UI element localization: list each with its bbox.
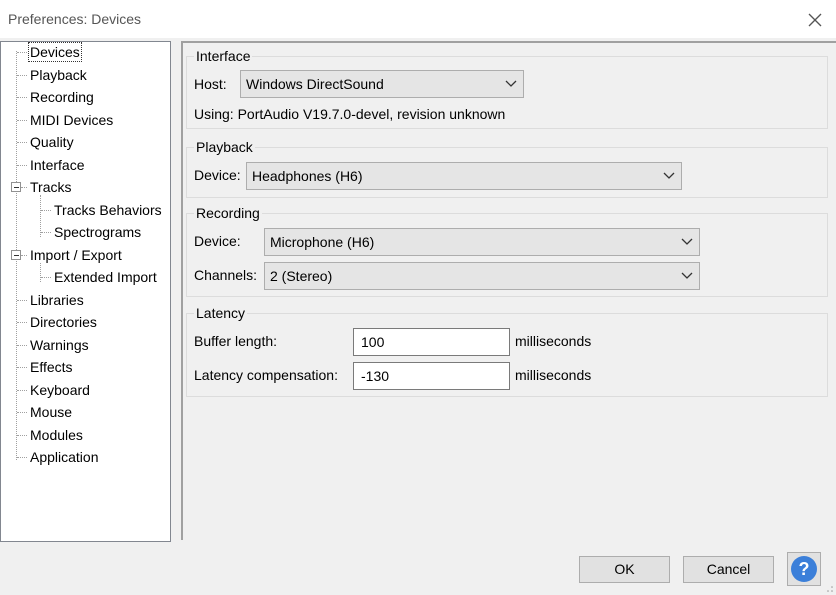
import-export-collapse-icon[interactable] <box>11 250 21 260</box>
host-label: Host: <box>194 76 227 92</box>
tree-item-interface[interactable]: Interface <box>30 155 84 175</box>
tree-item-warnings[interactable]: Warnings <box>30 335 89 355</box>
playback-group-title: Playback <box>194 139 255 155</box>
tree-line <box>40 263 41 282</box>
host-select-value: Windows DirectSound <box>246 76 384 92</box>
playback-device-label: Device: <box>194 167 241 183</box>
window-title: Preferences: Devices <box>8 11 142 27</box>
latency-compensation-unit: milliseconds <box>515 367 592 383</box>
tree-item-playback[interactable]: Playback <box>30 65 87 85</box>
interface-group-title: Interface <box>194 48 253 64</box>
buffer-length-label: Buffer length: <box>194 333 278 349</box>
tree-item-tracks-behaviors[interactable]: Tracks Behaviors <box>54 200 162 220</box>
latency-compensation-input[interactable] <box>354 363 509 389</box>
tracks-collapse-icon[interactable] <box>11 182 21 192</box>
buffer-length-input[interactable] <box>354 329 509 355</box>
resize-grip-icon[interactable] <box>826 585 834 593</box>
buffer-length-unit: milliseconds <box>515 333 592 349</box>
tree-item-application[interactable]: Application <box>30 447 99 467</box>
tree-item-recording[interactable]: Recording <box>30 87 94 107</box>
close-icon <box>808 13 822 27</box>
chevron-down-icon <box>663 172 675 179</box>
category-tree[interactable]: Devices Playback Recording MIDI Devices … <box>0 41 171 542</box>
recording-device-value: Microphone (H6) <box>270 234 375 250</box>
tree-item-libraries[interactable]: Libraries <box>30 290 84 310</box>
help-icon: ? <box>791 556 817 582</box>
channels-label: Channels: <box>194 267 258 283</box>
latency-compensation-label: Latency compensation: <box>194 367 338 383</box>
recording-device-label: Device: <box>194 233 241 249</box>
tree-item-keyboard[interactable]: Keyboard <box>30 380 90 400</box>
buffer-length-field[interactable] <box>353 328 510 356</box>
tree-item-extended-import[interactable]: Extended Import <box>54 267 157 287</box>
tree-item-quality[interactable]: Quality <box>30 132 74 152</box>
tree-item-directories[interactable]: Directories <box>30 312 97 332</box>
latency-group-title: Latency <box>194 305 248 321</box>
tree-item-import-export[interactable]: Import / Export <box>30 245 122 265</box>
close-button[interactable] <box>800 4 830 34</box>
tree-item-mouse[interactable]: Mouse <box>30 402 72 422</box>
help-button[interactable]: ? <box>787 552 821 586</box>
playback-device-value: Headphones (H6) <box>252 168 363 184</box>
tree-line <box>40 195 41 237</box>
tree-item-devices[interactable]: Devices <box>28 42 82 62</box>
latency-compensation-field[interactable] <box>353 362 510 390</box>
tree-item-spectrograms[interactable]: Spectrograms <box>54 222 141 242</box>
ok-button[interactable]: OK <box>579 556 670 583</box>
portaudio-info: Using: PortAudio V19.7.0-devel, revision… <box>194 106 506 122</box>
playback-device-select[interactable]: Headphones (H6) <box>246 162 682 190</box>
chevron-down-icon <box>681 238 693 245</box>
chevron-down-icon <box>681 272 693 279</box>
recording-group-title: Recording <box>194 205 262 221</box>
chevron-down-icon <box>505 80 517 87</box>
tree-item-midi-devices[interactable]: MIDI Devices <box>30 110 113 130</box>
channels-value: 2 (Stereo) <box>270 268 333 284</box>
tree-item-tracks[interactable]: Tracks <box>30 177 71 197</box>
title-bar: Preferences: Devices <box>0 0 836 38</box>
cancel-button[interactable]: Cancel <box>683 556 774 583</box>
tree-item-modules[interactable]: Modules <box>30 425 83 445</box>
channels-select[interactable]: 2 (Stereo) <box>264 262 700 290</box>
recording-device-select[interactable]: Microphone (H6) <box>264 228 700 256</box>
tree-item-effects[interactable]: Effects <box>30 357 73 377</box>
host-select[interactable]: Windows DirectSound <box>240 70 524 98</box>
